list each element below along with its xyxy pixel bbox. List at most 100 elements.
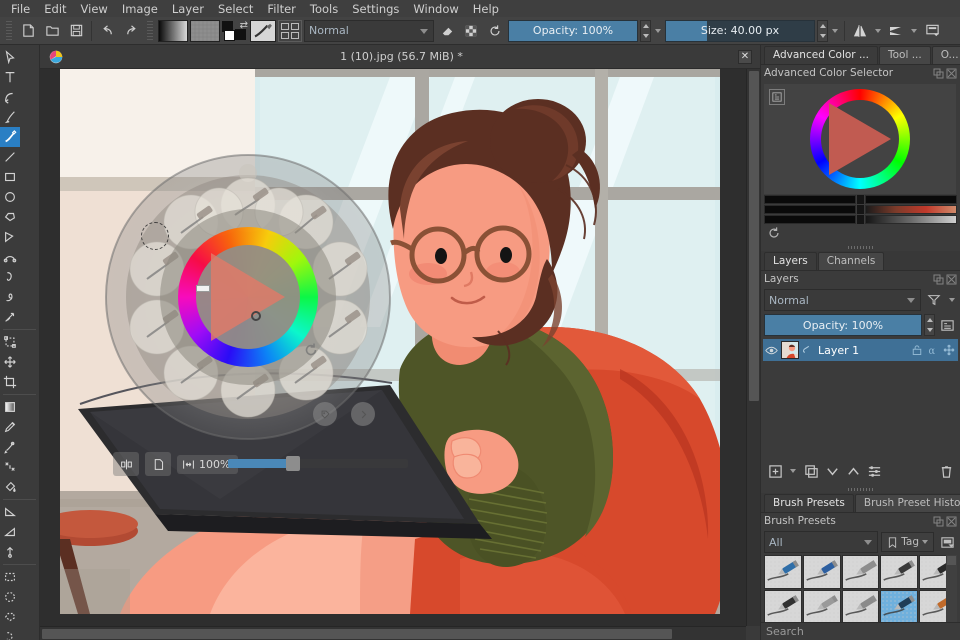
brush-preset-tag-button[interactable]: Tag — [881, 532, 934, 552]
tool-rectangle[interactable] — [0, 167, 20, 187]
size-dropdown-arrow[interactable] — [830, 20, 840, 42]
brush-presets-close-icon[interactable] — [946, 516, 957, 527]
move-layer-down-button[interactable] — [824, 463, 840, 479]
blending-mode-selector[interactable]: Normal — [304, 19, 434, 42]
clear-canvas-button[interactable] — [145, 452, 171, 476]
float-icon[interactable] — [933, 68, 944, 79]
layer-visibility-icon[interactable] — [765, 344, 778, 357]
swap-colors-icon[interactable]: ⇄ — [240, 20, 248, 31]
dock-splitter-2[interactable] — [761, 486, 960, 493]
menu-tools[interactable]: Tools — [303, 1, 345, 17]
horizontal-mirror-button[interactable] — [849, 20, 871, 42]
tool-measure[interactable] — [0, 502, 20, 522]
undo-button[interactable] — [96, 20, 118, 42]
eraser-mode-button[interactable] — [436, 20, 458, 42]
layer-style-icon[interactable] — [802, 344, 815, 357]
popup-color-handle[interactable] — [251, 311, 261, 321]
reset-color-icon[interactable] — [767, 226, 781, 240]
tool-freehand-select[interactable] — [0, 627, 20, 640]
tab-layers[interactable]: Layers — [764, 252, 817, 270]
layers-list-empty-space[interactable] — [761, 361, 960, 456]
brush-preset-cell[interactable] — [841, 555, 880, 589]
menu-image[interactable]: Image — [115, 1, 165, 17]
size-spinner[interactable] — [817, 19, 828, 42]
popup-tag-button[interactable] — [313, 402, 337, 426]
brush-preset-cell[interactable] — [841, 590, 880, 624]
close-icon[interactable] — [946, 68, 957, 79]
new-file-button[interactable] — [17, 20, 39, 42]
layer-filter-dropdown[interactable] — [947, 289, 957, 311]
dock-splitter-1[interactable] — [761, 244, 960, 251]
tool-rectangular-select[interactable] — [0, 567, 20, 587]
layer-opacity-spinner[interactable] — [924, 314, 935, 336]
tool-color-picker[interactable] — [0, 417, 20, 437]
toolbar-grip[interactable] — [6, 20, 12, 41]
tool-calligraphy[interactable] — [0, 107, 20, 127]
layer-settings-button[interactable] — [866, 463, 882, 479]
menu-file[interactable]: File — [4, 1, 37, 17]
tool-transform[interactable] — [0, 332, 20, 352]
brush-preset-cell[interactable] — [880, 590, 919, 624]
tab-channels[interactable]: Channels — [817, 252, 885, 270]
tab-tool-options[interactable]: Tool ... — [878, 46, 931, 64]
duplicate-layer-button[interactable] — [803, 463, 819, 479]
delete-layer-button[interactable] — [938, 463, 954, 479]
mirror-canvas-button[interactable] — [113, 452, 139, 476]
tab-advanced-color-selector[interactable]: Advanced Color ... — [764, 46, 878, 64]
color-strip-row-1[interactable] — [764, 195, 957, 204]
layers-float-icon[interactable] — [933, 274, 944, 285]
choose-brush-preset-button[interactable] — [278, 19, 302, 42]
tool-polygonal-select[interactable] — [0, 607, 20, 627]
tool-gradient[interactable] — [0, 397, 20, 417]
foreground-background-color[interactable]: ⇄ — [222, 20, 248, 42]
menu-layer[interactable]: Layer — [165, 1, 211, 17]
opacity-dropdown-arrow[interactable] — [653, 20, 663, 42]
layer-lock-icon[interactable] — [911, 344, 924, 357]
workspace-button[interactable] — [921, 20, 943, 42]
tool-edit-shapes[interactable] — [0, 87, 20, 107]
brush-preset-cell[interactable] — [764, 555, 802, 589]
tool-select-shapes[interactable] — [0, 47, 20, 67]
open-file-button[interactable] — [41, 20, 63, 42]
brush-preset-storage-button[interactable] — [937, 532, 957, 552]
brush-preset-tag-filter[interactable]: All — [764, 531, 879, 553]
size-slider[interactable]: Size: 40.00 px — [665, 19, 815, 42]
menu-window[interactable]: Window — [406, 1, 465, 17]
layer-filter-button[interactable] — [924, 290, 944, 310]
save-file-button[interactable] — [65, 20, 87, 42]
tool-dynamic-brush[interactable] — [0, 287, 20, 307]
tab-overview[interactable]: O... — [931, 46, 960, 64]
tool-multibrush[interactable] — [0, 307, 20, 327]
layer-opacity-slider[interactable]: Opacity: 100% — [764, 314, 922, 336]
tool-bezier-curve[interactable] — [0, 247, 20, 267]
tool-freehand-brush[interactable] — [0, 127, 20, 147]
layer-row-1[interactable]: Layer 1 α — [763, 339, 958, 361]
brush-preset-cell[interactable] — [880, 555, 919, 589]
brush-preset-cell[interactable] — [802, 555, 841, 589]
move-layer-up-button[interactable] — [845, 463, 861, 479]
brush-preset-cell[interactable] — [802, 590, 841, 624]
preserve-alpha-button[interactable] — [460, 20, 482, 42]
toolbar-grip-2[interactable] — [147, 20, 153, 41]
popup-rotation-reset-icon[interactable] — [298, 337, 324, 363]
popup-value-triangle[interactable] — [211, 253, 285, 341]
menu-filter[interactable]: Filter — [260, 1, 302, 17]
canvas-horizontal-scrollbar[interactable] — [40, 626, 746, 640]
tool-polyline[interactable] — [0, 227, 20, 247]
color-wheel[interactable] — [764, 84, 956, 194]
menu-view[interactable]: View — [74, 1, 115, 17]
menu-settings[interactable]: Settings — [345, 1, 406, 17]
opacity-spinner[interactable] — [640, 19, 651, 42]
tool-assistant[interactable] — [0, 542, 20, 562]
add-layer-button[interactable] — [767, 463, 783, 479]
tab-brush-presets[interactable]: Brush Presets — [764, 494, 854, 512]
tool-colorize-mask[interactable] — [0, 437, 20, 457]
brush-preset-cell[interactable] — [764, 590, 802, 624]
layers-close-icon[interactable] — [946, 274, 957, 285]
color-selector-settings-icon[interactable] — [769, 89, 785, 105]
brush-presets-float-icon[interactable] — [933, 516, 944, 527]
tool-angle[interactable] — [0, 522, 20, 542]
pattern-swatch[interactable] — [190, 19, 220, 42]
tool-move[interactable] — [0, 352, 20, 372]
tab-brush-preset-history[interactable]: Brush Preset History — [854, 494, 960, 512]
